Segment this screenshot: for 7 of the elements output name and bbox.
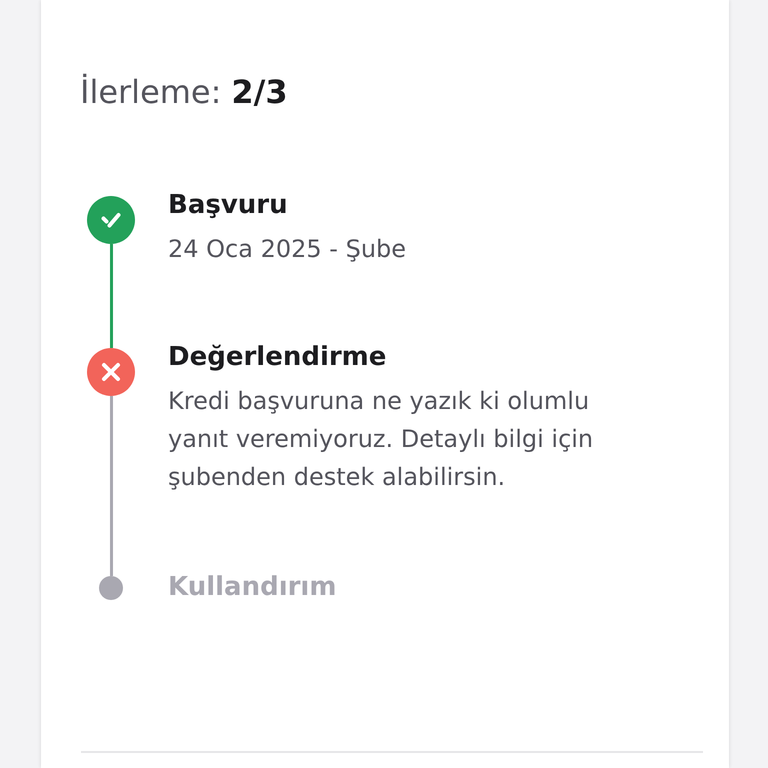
step-title: Değerlendirme (168, 341, 386, 374)
step-title: Başvuru (168, 189, 288, 222)
step-detail: 24 Oca 2025 - Şube (168, 234, 408, 265)
step-title: Kullandırım (168, 571, 336, 604)
progress-label: İlerleme: (80, 72, 222, 113)
step-detail: Kredi başvuruna ne yazık ki olumlu yanıt veremiyoruz. Detaylı bilgi için şubenden destek alabilirsin. (168, 386, 594, 493)
progress-value: 2/3 (231, 72, 288, 113)
